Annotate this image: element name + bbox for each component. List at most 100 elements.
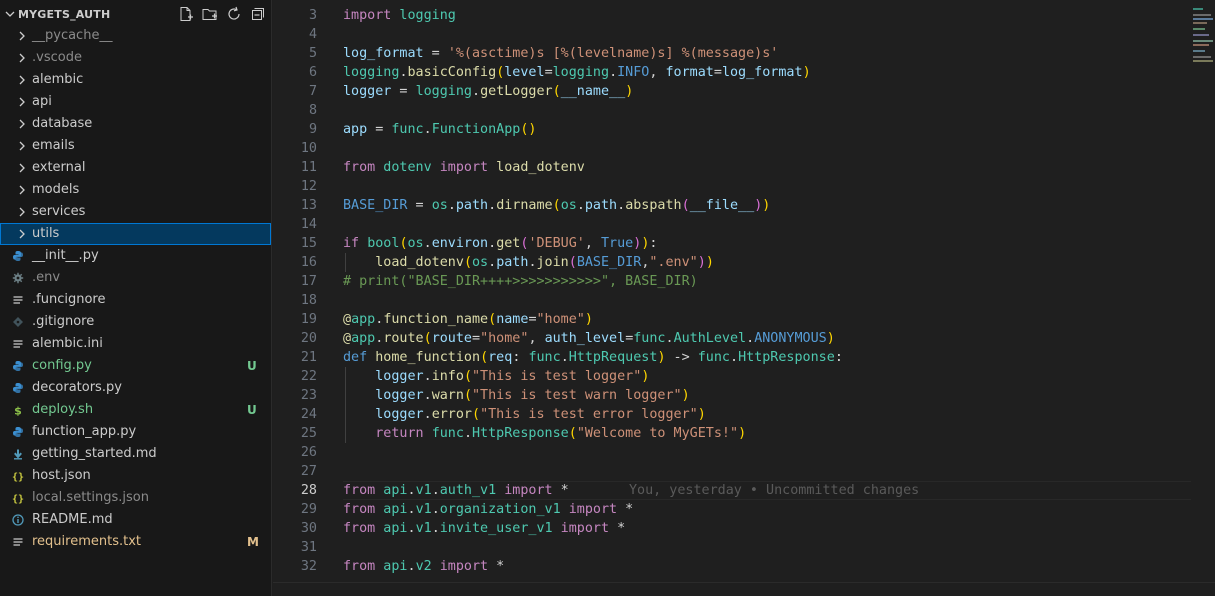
tree-folder[interactable]: models [0, 179, 271, 201]
code-line[interactable]: 14 [273, 215, 1191, 234]
code-token: ) [762, 198, 771, 213]
horizontal-scrollbar[interactable] [273, 582, 1215, 596]
code-token: load_dotenv [488, 160, 585, 175]
code-token: . [472, 84, 481, 99]
code-line[interactable]: 10 [273, 139, 1191, 158]
code-line[interactable]: 32 from api.v2 import * [273, 557, 1191, 576]
indent-guide [345, 253, 346, 272]
code-line[interactable]: 31 [273, 538, 1191, 557]
code-line[interactable]: 4 [273, 25, 1191, 44]
tree-file[interactable]: .funcignore [0, 289, 271, 311]
code-token: ( [472, 407, 481, 422]
workspace-root-title[interactable]: MYGETS_AUTH [18, 8, 110, 21]
tree-file[interactable]: config.py U [0, 355, 271, 377]
tree-folder[interactable]: alembic [0, 69, 271, 91]
code-line[interactable]: 8 [273, 101, 1191, 120]
code-token: ) [697, 255, 706, 270]
code-token: function_name [383, 312, 489, 327]
code-line[interactable]: 16 load_dotenv(os.path.join(BASE_DIR,".e… [273, 253, 1191, 272]
code-token: = [367, 122, 392, 137]
minimap[interactable] [1191, 0, 1215, 596]
code-text: from dotenv import load_dotenv [343, 158, 585, 177]
code-line[interactable]: 18 [273, 291, 1191, 310]
tree-folder[interactable]: .vscode [0, 47, 271, 69]
code-line[interactable]: 11 from dotenv import load_dotenv [273, 158, 1191, 177]
collapse-all-icon[interactable] [250, 6, 266, 22]
code-token: : [512, 350, 529, 365]
tree-file[interactable]: alembic.ini [0, 333, 271, 355]
code-token: . [730, 350, 739, 365]
code-line[interactable]: 7 logger = logging.getLogger(__name__) [273, 82, 1191, 101]
chevron-down-icon[interactable] [4, 8, 16, 20]
code-editor[interactable]: 3 import logging 4 5 log_format = '%(asctime… [273, 0, 1191, 582]
tree-file[interactable]: decorators.py [0, 377, 271, 399]
code-line[interactable]: 21 def home_function(req: func.HttpReques… [273, 348, 1191, 367]
code-token: ( [488, 312, 497, 327]
tree-item-label: .vscode [32, 50, 82, 65]
tree-file[interactable]: .gitignore [0, 311, 271, 333]
code-line[interactable]: 13 BASE_DIR = os.path.dirname(os.path.abs… [273, 196, 1191, 215]
code-token: from [343, 502, 376, 517]
code-line[interactable]: 5 log_format = '%(asctime)s [%(levelname)… [273, 44, 1191, 63]
tree-file[interactable]: {} local.settings.json [0, 487, 271, 509]
tree-folder[interactable]: __pycache__ [0, 25, 271, 47]
tree-folder[interactable]: services [0, 201, 271, 223]
code-line[interactable]: 19 @app.function_name(name="home") [273, 310, 1191, 329]
tree-file[interactable]: README.md [0, 509, 271, 531]
code-token: ( [399, 236, 408, 251]
code-line[interactable]: 26 [273, 443, 1191, 462]
tree-folder[interactable]: external [0, 157, 271, 179]
code-line[interactable]: 24 logger.error("This is test error logg… [273, 405, 1191, 424]
line-number: 5 [308, 46, 317, 61]
code-line[interactable]: 20 @app.route(route="home", auth_level=fu… [273, 329, 1191, 348]
code-token: () [520, 122, 537, 137]
code-token: from [343, 559, 376, 574]
new-folder-icon[interactable] [202, 6, 218, 22]
code-token: : [649, 236, 658, 251]
code-token: . [407, 559, 416, 574]
code-line[interactable]: 17 # print("BASE_DIR++++>>>>>>>>>>>", BAS… [273, 272, 1191, 291]
chevron-right-icon [19, 97, 25, 107]
code-line[interactable]: 30 from api.v1.invite_user_v1 import * [273, 519, 1191, 538]
tree-file[interactable]: .env [0, 267, 271, 289]
code-token: , [649, 65, 666, 80]
tree-item-label: __init__.py [32, 248, 99, 263]
tree-file[interactable]: {} host.json [0, 465, 271, 487]
tree-folder[interactable]: database [0, 113, 271, 135]
tree-folder[interactable]: api [0, 91, 271, 113]
code-token: ( [552, 198, 561, 213]
code-token: organization_v1 [439, 502, 561, 517]
code-token: __name__ [560, 84, 626, 99]
code-line[interactable]: 3 import logging [273, 6, 1191, 25]
tree-file[interactable]: $ deploy.sh U [0, 399, 271, 421]
refresh-icon[interactable] [226, 6, 242, 22]
new-file-icon[interactable] [178, 6, 194, 22]
code-line[interactable]: 12 [273, 177, 1191, 196]
code-line[interactable]: 23 logger.warn("This is test warn logger… [273, 386, 1191, 405]
code-token: = [407, 198, 432, 213]
code-token: ( [463, 369, 472, 384]
tree-folder[interactable]: emails [0, 135, 271, 157]
code-token: ( [463, 388, 472, 403]
code-line[interactable]: 25 return func.HttpResponse("Welcome to … [273, 424, 1191, 443]
tree-item-label: .funcignore [32, 292, 106, 307]
code-line[interactable]: 29 from api.v1.organization_v1 import * [273, 500, 1191, 519]
code-token: . [665, 331, 674, 346]
tree-item-label: models [32, 182, 80, 197]
line-number: 22 [300, 369, 317, 384]
code-line[interactable]: 22 logger.info("This is test logger") [273, 367, 1191, 386]
code-line[interactable]: 9 app = func.FunctionApp() [273, 120, 1191, 139]
code-line[interactable]: 27 [273, 462, 1191, 481]
code-line[interactable]: 6 logging.basicConfig(level=logging.INFO,… [273, 63, 1191, 82]
tree-item-label: local.settings.json [32, 490, 149, 505]
minimap-line [1193, 18, 1213, 20]
tree-file[interactable]: __init__.py [0, 245, 271, 267]
tree-file[interactable]: getting_started.md [0, 443, 271, 465]
minimap-line [1193, 50, 1205, 52]
tree-file[interactable]: function_app.py [0, 421, 271, 443]
line-number: 6 [308, 65, 317, 80]
tree-folder[interactable]: utils [0, 223, 271, 245]
code-token: dotenv [375, 160, 432, 175]
tree-file[interactable]: requirements.txt M [0, 531, 271, 553]
code-line[interactable]: 15 if bool(os.environ.get('DEBUG', True))… [273, 234, 1191, 253]
